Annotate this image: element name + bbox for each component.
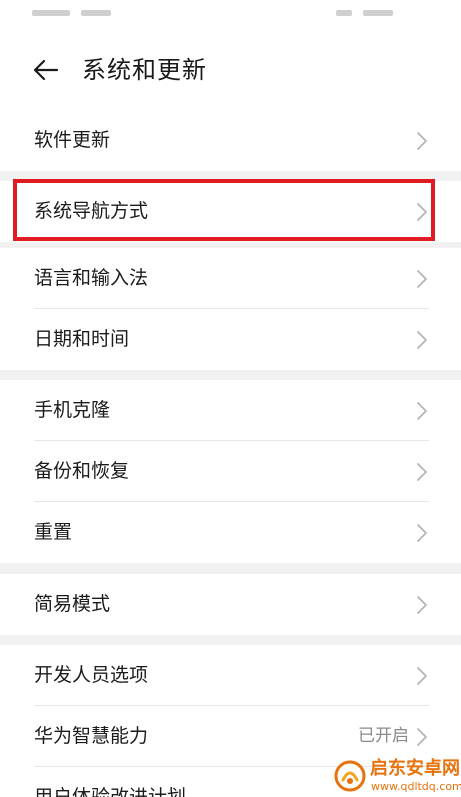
chevron-right-icon [417, 331, 427, 349]
network-indicator [81, 10, 112, 16]
carrier-indicator [32, 10, 70, 16]
chevron-right-icon [417, 402, 427, 420]
settings-item-label: 备份和恢复 [34, 460, 130, 482]
chevron-right-icon [417, 596, 427, 614]
battery-icon [363, 10, 394, 16]
watermark-name: 启东安卓网 [370, 758, 460, 779]
settings-item-label: 重置 [34, 521, 73, 543]
settings-group-language-time: 语言和输入法 日期和时间 [0, 248, 461, 370]
settings-group-backup: 手机克隆 备份和恢复 重置 [0, 380, 461, 563]
settings-item-backup-restore[interactable]: 备份和恢复 [0, 441, 461, 502]
settings-item-label: 语言和输入法 [34, 267, 149, 289]
chevron-right-icon [417, 463, 427, 481]
settings-item-label: 用户体验改进计划 [34, 786, 187, 797]
settings-item-label: 简易模式 [34, 593, 111, 615]
page-title: 系统和更新 [82, 56, 207, 84]
settings-item-software-update[interactable]: 软件更新 [0, 110, 461, 171]
settings-item-label: 开发人员选项 [34, 664, 149, 686]
status-left [32, 4, 142, 18]
settings-item-label: 系统导航方式 [34, 200, 149, 222]
settings-item-language-input[interactable]: 语言和输入法 [0, 248, 461, 309]
status-bar [0, 0, 461, 26]
settings-item-reset[interactable]: 重置 [0, 502, 461, 563]
chevron-right-icon [417, 132, 427, 150]
chevron-right-icon [417, 270, 427, 288]
chevron-right-icon [417, 524, 427, 542]
chevron-right-icon [417, 728, 427, 746]
back-arrow-icon[interactable] [32, 56, 60, 84]
chevron-right-icon [417, 203, 427, 221]
settings-group-update: 软件更新 [0, 110, 461, 171]
settings-item-simple-mode[interactable]: 简易模式 [0, 574, 461, 635]
settings-item-label: 华为智慧能力 [34, 725, 149, 747]
watermark-url: www.qdltdq.com [371, 780, 461, 793]
settings-item-phone-clone[interactable]: 手机克隆 [0, 380, 461, 441]
status-right [336, 4, 431, 18]
settings-item-label: 日期和时间 [34, 328, 130, 350]
settings-item-system-navigation[interactable]: 系统导航方式 [0, 181, 461, 242]
watermark: 启东安卓网 www.qdltdq.com [334, 758, 461, 796]
watermark-logo-icon [334, 760, 366, 792]
wifi-icon [336, 10, 352, 16]
settings-group-simple-mode: 简易模式 [0, 574, 461, 635]
settings-item-label: 软件更新 [34, 129, 111, 151]
page-header: 系统和更新 [0, 26, 461, 110]
settings-group-navigation: 系统导航方式 [0, 181, 461, 242]
settings-item-date-time[interactable]: 日期和时间 [0, 309, 461, 370]
settings-item-developer-options[interactable]: 开发人员选项 [0, 645, 461, 706]
chevron-right-icon [417, 667, 427, 685]
settings-item-label: 手机克隆 [34, 399, 111, 421]
